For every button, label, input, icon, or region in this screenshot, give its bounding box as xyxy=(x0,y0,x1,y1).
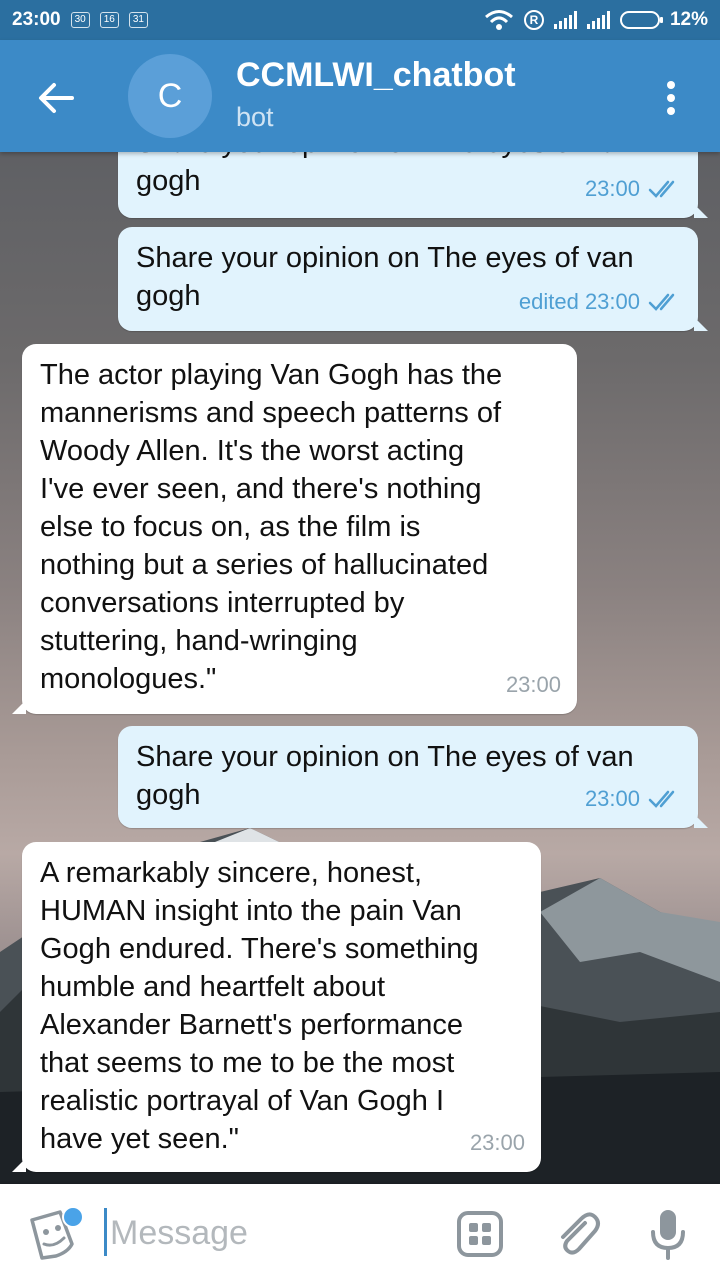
message-meta: 23:00 xyxy=(470,1124,525,1162)
arrow-left-icon xyxy=(39,83,74,113)
back-button[interactable] xyxy=(30,76,82,120)
message-text: nothing but a series of hallucinated xyxy=(40,549,489,581)
incoming-message[interactable]: A remarkably sincere, honest, HUMAN insi… xyxy=(12,842,541,1172)
chat-title[interactable]: CCMLWI_chatbot xyxy=(236,56,516,95)
message-text: Share your opinion on The eyes of van xyxy=(136,152,680,162)
message-time: 23:00 xyxy=(505,672,561,697)
message-meta: 23:00 xyxy=(506,666,561,704)
message-time: 23:00 xyxy=(469,1130,525,1155)
status-bar: 23:00 30 16 31 R 12% xyxy=(0,0,720,40)
message-text: A remarkably sincere, honest, xyxy=(40,857,423,889)
new-stickers-dot xyxy=(62,1206,84,1228)
message-text: humble and heartfelt about xyxy=(40,971,386,1003)
bot-commands-button[interactable] xyxy=(454,1208,506,1260)
message-text: realistic portrayal of Van Gogh I xyxy=(40,1085,445,1117)
message-input[interactable] xyxy=(108,1204,432,1262)
microphone-icon xyxy=(651,1210,685,1260)
notification-badge: 16 xyxy=(99,12,119,28)
registered-icon: R xyxy=(523,10,544,30)
double-check-icon xyxy=(648,790,675,808)
message-text: stuttering, hand-wringing xyxy=(40,625,358,657)
message-text: Share your opinion on The eyes of van xyxy=(136,242,634,274)
chat-subtitle: bot xyxy=(236,102,274,132)
attach-button[interactable] xyxy=(550,1208,602,1260)
wifi-icon xyxy=(485,10,513,30)
message-meta: edited 23:00 xyxy=(519,283,682,321)
message-text: Alexander Barnett's performance xyxy=(40,1009,464,1041)
signal-icon xyxy=(553,11,577,29)
double-check-icon xyxy=(648,293,675,311)
status-time: 23:00 xyxy=(12,9,61,30)
message-text: conversations interrupted by xyxy=(40,587,405,619)
message-input-bar xyxy=(0,1184,720,1280)
outgoing-message[interactable]: Share your opinion on The eyes of van go… xyxy=(118,152,708,218)
message-text: The actor playing Van Gogh has the xyxy=(40,359,503,391)
signal-icon xyxy=(586,11,610,29)
message-text: have yet seen." xyxy=(40,1123,239,1155)
more-vertical-icon xyxy=(667,81,675,89)
more-options-button[interactable] xyxy=(656,76,686,120)
message-text: I've ever seen, and there's nothing xyxy=(40,473,482,505)
message-meta: 23:00 xyxy=(585,780,682,818)
battery-percent: 12% xyxy=(669,9,708,30)
message-text: Gogh endured. There's something xyxy=(40,933,479,965)
message-time: edited 23:00 xyxy=(518,289,640,314)
battery-icon xyxy=(619,11,663,29)
message-list[interactable]: Share your opinion on The eyes of van go… xyxy=(0,152,720,1184)
message-time: 23:00 xyxy=(584,786,640,811)
incoming-message[interactable]: The actor playing Van Gogh has the manne… xyxy=(12,344,577,714)
outgoing-message[interactable]: Share your opinion on The eyes of van go… xyxy=(118,227,708,331)
double-check-icon xyxy=(648,180,675,198)
paperclip-icon xyxy=(561,1212,600,1255)
message-text: else to focus on, as the film is xyxy=(40,511,421,543)
message-text: Share your opinion on The eyes of van xyxy=(136,741,634,773)
bot-keyboard-icon xyxy=(457,1211,503,1257)
avatar[interactable]: C xyxy=(128,54,212,138)
text-cursor xyxy=(104,1208,107,1256)
notification-badge: 30 xyxy=(70,12,90,28)
message-text: Woody Allen. It's the worst acting xyxy=(40,435,465,467)
message-text: monologues." xyxy=(40,663,217,695)
chat-header: C CCMLWI_chatbot bot xyxy=(0,40,720,152)
voice-message-button[interactable] xyxy=(642,1208,694,1260)
notification-badge: 31 xyxy=(128,12,148,28)
message-text: HUMAN insight into the pain Van xyxy=(40,895,462,927)
message-text: that seems to me to be the most xyxy=(40,1047,455,1079)
message-text: mannerisms and speech patterns of xyxy=(40,397,502,429)
outgoing-message[interactable]: Share your opinion on The eyes of van go… xyxy=(118,726,708,828)
message-meta: 23:00 xyxy=(585,170,682,208)
message-time: 23:00 xyxy=(584,176,640,201)
